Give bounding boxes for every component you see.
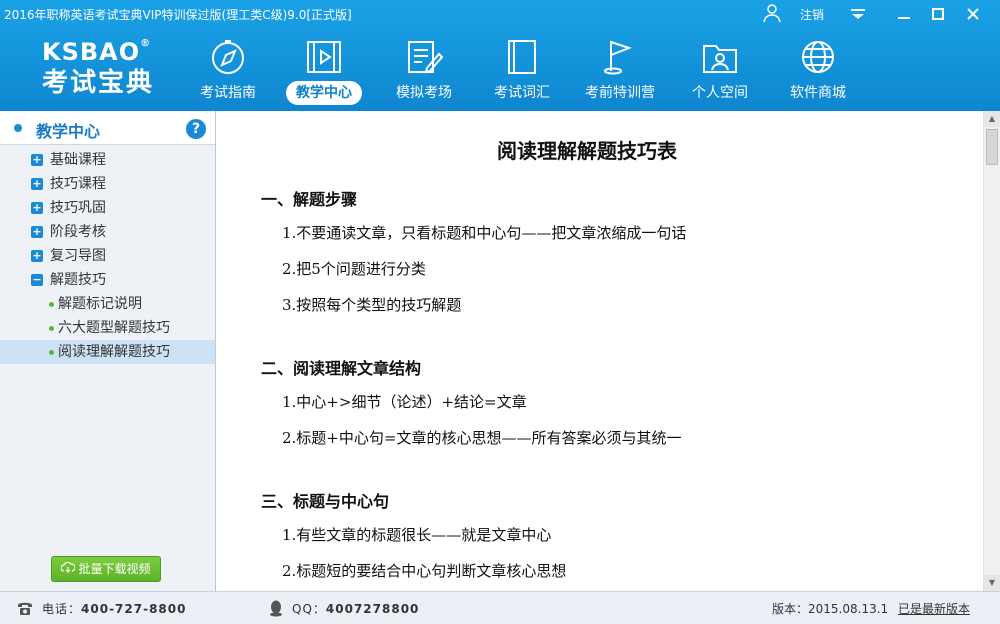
- qq-number: 4007278800: [325, 602, 420, 616]
- batch-download-button[interactable]: 批量下载视频: [51, 556, 161, 582]
- expand-plus-icon[interactable]: +: [31, 154, 43, 166]
- tree-item-label: 技巧课程: [50, 176, 106, 192]
- vertical-scrollbar[interactable]: ▲ ▼: [983, 111, 1000, 591]
- app-header: 2016年职称英语考试宝典VIP特训保过版(理工类C级)9.0[正式版] 注销 …: [0, 0, 1000, 111]
- section-heading: 三、标题与中心句: [261, 492, 390, 511]
- tree-item-label: 解题标记说明: [58, 296, 142, 312]
- document-line: 2.标题+中心句=文章的核心思想——所有答案必须与其统一: [282, 429, 682, 447]
- bullet-icon: [49, 302, 54, 307]
- tree-item-reading-skills[interactable]: 阅读理解解题技巧: [0, 340, 215, 364]
- cloud-download-icon: [60, 557, 77, 581]
- nav-item-mock-exam[interactable]: 模拟考场: [376, 34, 472, 106]
- nav-item-pre-exam-camp[interactable]: 考前特训营: [572, 34, 668, 106]
- scroll-down-icon[interactable]: ▼: [984, 575, 1000, 591]
- close-icon[interactable]: [962, 4, 984, 24]
- tree-item-label: 技巧巩固: [50, 200, 106, 216]
- tree-item-six-question-types[interactable]: 六大题型解题技巧: [0, 316, 215, 340]
- document-line: 2.把5个问题进行分类: [282, 260, 426, 278]
- sidebar-header: 教学中心 ?: [0, 111, 215, 145]
- nav-label: 考前特训营: [585, 85, 655, 101]
- person-folder-icon: [703, 45, 737, 73]
- expand-plus-icon[interactable]: +: [31, 178, 43, 190]
- nav-label: 考试词汇: [494, 85, 550, 101]
- tree-item-label: 阶段考核: [50, 224, 106, 240]
- maximize-icon[interactable]: [927, 4, 949, 24]
- bullet-icon: [14, 124, 22, 132]
- qq-icon: [268, 599, 284, 617]
- batch-download-label: 批量下载视频: [78, 562, 151, 576]
- tree-item-label: 阅读理解解题技巧: [58, 344, 170, 360]
- logout-link[interactable]: 注销: [800, 6, 824, 23]
- nav-item-exam-guide[interactable]: 考试指南: [180, 34, 276, 106]
- bullet-icon: [49, 326, 54, 331]
- nav-label: 考试指南: [200, 85, 256, 101]
- tree-item-label: 基础课程: [50, 152, 106, 168]
- video-icon: [307, 41, 341, 73]
- course-tree: + 基础课程 + 技巧课程 + 技巧巩固 + 阶段考核 + 复习导图 − 解题技巧 解题标记…: [0, 148, 215, 364]
- qq-label: QQ：: [292, 602, 326, 616]
- tree-item-solving-skills[interactable]: − 解题技巧: [0, 268, 215, 292]
- collapse-minus-icon[interactable]: −: [31, 274, 43, 286]
- document-line: 3.按照每个类型的技巧解题: [282, 296, 462, 314]
- status-bar: 电话：400-727-8800 QQ：4007278800 版本：2015.08…: [0, 591, 1000, 624]
- logo-registered-mark: ®: [140, 38, 152, 49]
- expand-plus-icon[interactable]: +: [31, 226, 43, 238]
- nav-label: 教学中心: [286, 81, 362, 105]
- tree-item-label: 解题技巧: [50, 272, 106, 288]
- nav-label: 个人空间: [692, 85, 748, 101]
- tree-item-basic-course[interactable]: + 基础课程: [0, 148, 215, 172]
- document-line: 2.标题短的要结合中心句判断文章核心思想: [282, 562, 567, 580]
- tree-item-stage-assessment[interactable]: + 阶段考核: [0, 220, 215, 244]
- expand-plus-icon[interactable]: +: [31, 202, 43, 214]
- nav-item-vocabulary[interactable]: 考试词汇: [474, 34, 570, 106]
- tree-item-label: 复习导图: [50, 248, 106, 264]
- nav-item-software-mall[interactable]: 软件商城: [770, 34, 866, 106]
- phone-number: 400-727-8800: [81, 602, 187, 616]
- exam-paper-icon: [408, 41, 443, 74]
- nav-item-teaching-center[interactable]: 教学中心: [276, 34, 372, 106]
- document-line: 1.中心+>细节（论述）+结论=文章: [282, 393, 527, 411]
- section-heading: 二、阅读理解文章结构: [261, 359, 422, 378]
- sidebar: 教学中心 ? + 基础课程 + 技巧课程 + 技巧巩固 + 阶段考核 + 复习导图 − 解题…: [0, 111, 216, 591]
- scroll-thumb[interactable]: [986, 129, 998, 165]
- tree-item-marking-explanation[interactable]: 解题标记说明: [0, 292, 215, 316]
- user-icon[interactable]: [762, 3, 782, 23]
- document-line: 1.不要通读文章，只看标题和中心句——把文章浓缩成一句话: [282, 224, 687, 242]
- title-bar: 2016年职称英语考试宝典VIP特训保过版(理工类C级)9.0[正式版] 注销: [0, 0, 1000, 28]
- document-line: 1.有些文章的标题很长——就是文章中心: [282, 526, 552, 544]
- window-title: 2016年职称英语考试宝典VIP特训保过版(理工类C级)9.0[正式版]: [4, 8, 352, 22]
- expand-plus-icon[interactable]: +: [31, 250, 43, 262]
- document-title: 阅读理解解题技巧表: [497, 139, 677, 163]
- nav-label: 模拟考场: [396, 85, 452, 101]
- nav-label: 软件商城: [790, 85, 846, 101]
- tree-item-skill-consolidation[interactable]: + 技巧巩固: [0, 196, 215, 220]
- sidebar-title: 教学中心: [36, 122, 101, 141]
- help-icon[interactable]: ?: [186, 119, 206, 139]
- flag-icon: [604, 40, 632, 75]
- document-viewer: 阅读理解解题技巧表 一、解题步骤 1.不要通读文章，只看标题和中心句——把文章浓…: [217, 111, 983, 591]
- phone-icon: [16, 600, 34, 616]
- section-heading: 一、解题步骤: [261, 190, 358, 209]
- menu-dropdown-icon[interactable]: [847, 4, 869, 24]
- tree-item-label: 六大题型解题技巧: [58, 320, 170, 336]
- book-icon: [508, 40, 536, 74]
- phone-label: 电话：: [42, 602, 82, 616]
- ksbao-logo: KSBAO® 考试宝典: [42, 38, 162, 98]
- tree-item-review-map[interactable]: + 复习导图: [0, 244, 215, 268]
- tree-item-skill-course[interactable]: + 技巧课程: [0, 172, 215, 196]
- bullet-icon: [49, 350, 54, 355]
- update-status-link[interactable]: 已是最新版本: [898, 600, 970, 617]
- logo-text-cn: 考试宝典: [42, 68, 155, 98]
- nav-item-personal-space[interactable]: 个人空间: [672, 34, 768, 106]
- version-text: 版本：2015.08.13.1: [772, 602, 889, 616]
- compass-icon: [212, 40, 244, 74]
- scroll-up-icon[interactable]: ▲: [984, 111, 1000, 127]
- minimize-icon[interactable]: [893, 4, 915, 24]
- globe-icon: [802, 41, 834, 73]
